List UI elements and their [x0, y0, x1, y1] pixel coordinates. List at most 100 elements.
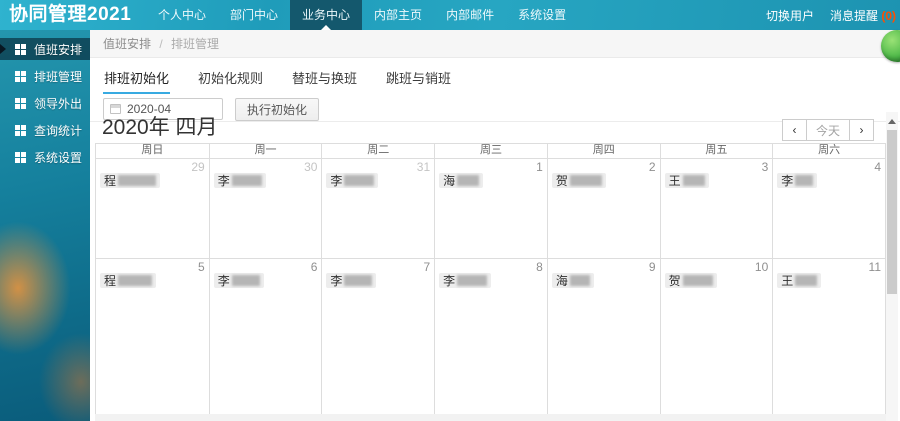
- weekday-header-cell: 周五: [659, 144, 773, 158]
- redacted-name-blur: [344, 275, 373, 286]
- calendar-title: 2020年 四月: [102, 116, 218, 139]
- scroll-up-arrow-icon[interactable]: [886, 112, 898, 127]
- day-cell[interactable]: 7李: [321, 259, 434, 419]
- tab-0[interactable]: 排班初始化: [103, 64, 171, 94]
- date-number: 2: [648, 160, 656, 174]
- day-cell[interactable]: 3王: [659, 159, 773, 258]
- shift-event[interactable]: 李: [326, 173, 379, 188]
- day-cell[interactable]: 6李: [208, 259, 322, 419]
- shift-person-name: 李: [443, 274, 456, 288]
- shift-person-name: 李: [330, 274, 343, 288]
- shift-event[interactable]: 李: [439, 273, 492, 288]
- shift-event[interactable]: 海: [439, 173, 484, 188]
- vertical-scrollbar[interactable]: [886, 112, 898, 421]
- top-nav-item-4[interactable]: 内部邮件: [434, 0, 506, 30]
- grid-icon: [15, 70, 26, 82]
- day-cell[interactable]: 2贺: [546, 159, 660, 258]
- date-number: 7: [423, 260, 431, 274]
- redacted-name-blur: [344, 175, 375, 186]
- prev-month-button[interactable]: ‹: [781, 119, 807, 141]
- shift-event[interactable]: 程: [100, 173, 161, 188]
- top-nav-item-3[interactable]: 内部主页: [362, 0, 434, 30]
- vertical-scrollbar-thumb[interactable]: [887, 130, 897, 294]
- date-number: 4: [874, 160, 881, 174]
- shift-event[interactable]: 贺: [551, 173, 606, 188]
- weekday-header-row: 周日 周一 周二 周三 周四 周五 周六: [96, 144, 885, 158]
- top-nav-item-0[interactable]: 个人中心: [146, 0, 218, 30]
- shift-event[interactable]: 李: [326, 273, 377, 288]
- redacted-name-blur: [795, 275, 818, 286]
- tab-3[interactable]: 跳班与销班: [385, 64, 452, 94]
- app-window: 协同管理2021 个人中心 部门中心 业务中心 内部主页 内部邮件 系统设置 切换用户 消…: [0, 0, 900, 421]
- day-cell[interactable]: 4李: [772, 159, 885, 258]
- day-cell[interactable]: 29 程: [96, 159, 209, 258]
- sidebar: 值班安排排班管理领导外出查询统计系统设置: [0, 30, 90, 421]
- redacted-name-blur: [569, 175, 602, 186]
- sidebar-item-label: 排班管理: [34, 69, 83, 84]
- shift-event[interactable]: 程: [100, 273, 157, 288]
- sidebar-item-0[interactable]: 值班安排: [0, 38, 90, 60]
- shift-person-name: 李: [217, 274, 230, 288]
- sidebar-item-1[interactable]: 排班管理: [0, 65, 90, 87]
- date-number: 5: [198, 260, 205, 274]
- shift-person-name: 王: [668, 174, 681, 188]
- day-cell[interactable]: 30 李: [208, 159, 322, 258]
- topbar: 协同管理2021 个人中心 部门中心 业务中心 内部主页 内部邮件 系统设置 切换用户 消…: [0, 0, 900, 30]
- sidebar-item-label: 系统设置: [34, 150, 83, 165]
- top-nav-item-1[interactable]: 部门中心: [218, 0, 290, 30]
- day-cell[interactable]: 8李: [434, 259, 547, 419]
- shift-event[interactable]: 王: [777, 273, 822, 288]
- date-number: 10: [754, 260, 769, 274]
- redacted-name-blur: [118, 275, 153, 286]
- shift-event[interactable]: 王: [664, 173, 709, 188]
- date-number: 8: [536, 260, 543, 274]
- main-content: 值班安排 / 排班管理 排班初始化初始化规则替班与换班跳班与销班 执行初始化 2…: [90, 30, 900, 421]
- sidebar-item-2[interactable]: 领导外出: [0, 92, 90, 114]
- date-number: 11: [868, 260, 881, 274]
- sidebar-item-3[interactable]: 查询统计: [0, 119, 90, 141]
- day-cell[interactable]: 9海: [546, 259, 660, 419]
- redacted-name-blur: [231, 275, 260, 286]
- message-count-badge: (0): [881, 8, 896, 23]
- redacted-name-blur: [682, 275, 713, 286]
- shift-event[interactable]: 李: [213, 173, 266, 188]
- shift-person-name: 李: [330, 174, 343, 188]
- sidebar-item-4[interactable]: 系统设置: [0, 146, 90, 168]
- redacted-name-blur: [682, 175, 705, 186]
- weekday-header-cell: 周三: [434, 144, 547, 158]
- day-cell[interactable]: 5程: [96, 259, 209, 419]
- next-month-button[interactable]: ›: [849, 119, 874, 141]
- shift-person-name: 李: [781, 174, 794, 188]
- shift-event[interactable]: 李: [213, 273, 264, 288]
- breadcrumb-parent[interactable]: 值班安排: [103, 37, 151, 51]
- topbar-right: 切换用户 消息提醒 (0): [766, 0, 896, 30]
- sidebar-item-label: 查询统计: [34, 123, 83, 138]
- breadcrumb-separator: /: [159, 37, 163, 51]
- grid-icon: [15, 97, 26, 109]
- sidebar-item-label: 值班安排: [34, 42, 83, 57]
- calendar-region: 2020年 四月 ‹ 今天 › 周日 周一 周二 周三 周四 周五 周六 29 程 30 李 31 李…: [90, 112, 900, 421]
- message-alert-link[interactable]: 消息提醒 (0): [830, 7, 896, 24]
- breadcrumb-current: 排班管理: [171, 37, 220, 51]
- shift-event[interactable]: 李: [777, 173, 818, 188]
- shift-event[interactable]: 贺: [664, 273, 717, 288]
- redacted-name-blur: [231, 175, 262, 186]
- shift-person-name: 程: [104, 174, 117, 188]
- tab-2[interactable]: 替班与换班: [291, 64, 358, 94]
- calendar-week-row: 5 程 6 李 7 李 8 李 9 海 10 贺 11 王: [96, 258, 885, 419]
- shift-event[interactable]: 海: [551, 273, 594, 288]
- shift-person-name: 贺: [555, 174, 568, 188]
- day-cell[interactable]: 1海: [434, 159, 547, 258]
- top-nav-item-5[interactable]: 系统设置: [506, 0, 578, 30]
- tab-1[interactable]: 初始化规则: [197, 64, 264, 94]
- horizontal-scrollbar[interactable]: [95, 414, 886, 421]
- today-button[interactable]: 今天: [805, 119, 850, 141]
- redacted-name-blur: [795, 175, 814, 186]
- day-cell[interactable]: 10 贺: [659, 259, 773, 419]
- date-number: 1: [536, 160, 543, 174]
- top-nav-item-2[interactable]: 业务中心: [290, 0, 363, 30]
- switch-user-link[interactable]: 切换用户: [766, 7, 814, 24]
- day-cell[interactable]: 31 李: [321, 159, 434, 258]
- grid-icon: [15, 124, 26, 136]
- day-cell[interactable]: 11 王: [772, 259, 885, 419]
